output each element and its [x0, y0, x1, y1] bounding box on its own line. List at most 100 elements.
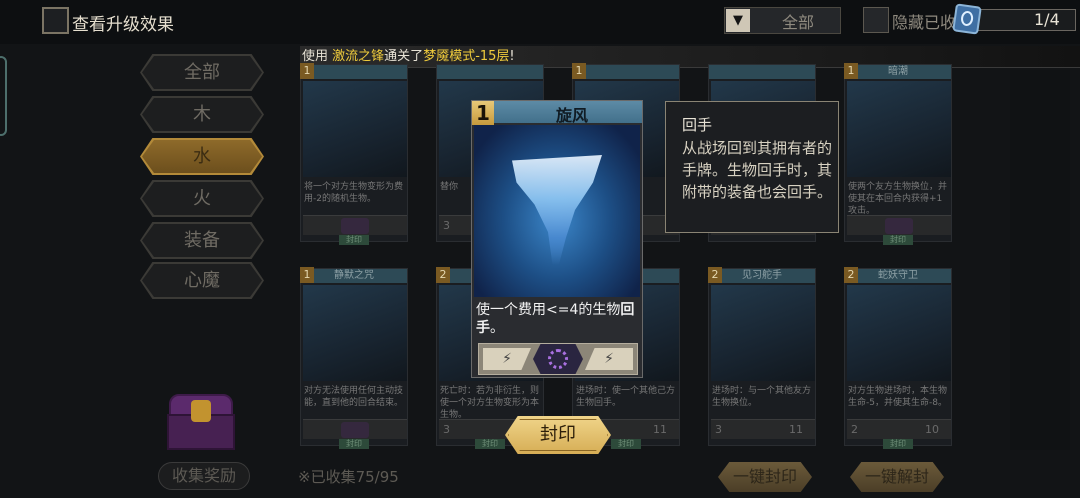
whirlwind-card-art: [474, 125, 640, 297]
scroll-track[interactable]: [1010, 70, 1070, 450]
card-cost: 1: [844, 63, 858, 79]
upgrade-effect-label: 查看升级效果: [72, 15, 174, 35]
card-seal-tag: 封印: [611, 439, 641, 449]
desc-text: 使一个费用<=4的生物: [476, 302, 621, 318]
tab-demon[interactable]: 心魔: [140, 262, 264, 299]
tornado-illustration: [512, 155, 602, 265]
card-slot[interactable]: 1 将一个对方生物变形为费用-2的随机生物。 封印: [300, 63, 408, 245]
seal-gear-icon: [533, 344, 583, 374]
dropdown-arrow-icon[interactable]: ▼: [726, 9, 750, 32]
card-cost: 1: [300, 63, 314, 79]
card-name: 旋风: [555, 106, 588, 125]
card-seal-tag: 封印: [339, 235, 369, 245]
card-slot[interactable]: 见习舵手 2 进场时：与一个其他友方生物换位。 3 11: [708, 267, 816, 446]
tooltip-title: 回手: [682, 116, 713, 134]
filter-value: 全部: [781, 13, 814, 32]
upgrade-effect-checkbox[interactable]: [42, 7, 69, 34]
tab-label: 心魔: [184, 270, 220, 291]
tooltip-body: 从战场回到其拥有者的手牌。生物回手时，其附带的装备也会回手。: [682, 139, 833, 201]
card-seal-tag: 封印: [883, 439, 913, 449]
card-title: 暗潮: [845, 65, 951, 79]
page-number: 1/4: [1034, 10, 1060, 29]
card-art: [711, 285, 815, 381]
announce-middle: 通关了: [384, 49, 424, 64]
card-title: [301, 65, 407, 79]
unseal-all-button[interactable]: 一键解封: [850, 462, 944, 492]
card-cost: 1: [300, 267, 314, 283]
card-attack: 3: [715, 423, 722, 436]
card-cost: 2: [844, 267, 858, 283]
card-title: [573, 65, 679, 79]
collected-count: ※已收集75/95: [298, 468, 399, 486]
hide-collected-label: 隐藏已收: [892, 13, 957, 32]
card-art: [303, 285, 407, 381]
card-action-bar: [303, 215, 407, 235]
tab-fire[interactable]: 火: [140, 180, 264, 217]
tab-label: 水: [193, 146, 211, 167]
seal-icon: [885, 218, 913, 234]
tab-label: 火: [193, 188, 211, 209]
announce-mode: 梦魇模式-15层: [423, 49, 510, 64]
seal-icon: [341, 422, 369, 438]
lightning-left-icon: ⚡: [483, 348, 531, 370]
announce-hero: 激流之锋: [332, 49, 385, 64]
tab-water[interactable]: 水: [140, 138, 264, 175]
card-desc: 将一个对方生物变形为费用-2的随机生物。: [304, 182, 404, 204]
seal-icon: [341, 218, 369, 234]
keyword-tooltip: 回手 从战场回到其拥有者的手牌。生物回手时，其附带的装备也会回手。: [665, 101, 839, 233]
lightning-right-icon: ⚡: [585, 348, 633, 370]
chest-gem: [191, 400, 211, 422]
card-slot[interactable]: 静默之咒 1 对方无法使用任何主动技能，直到他的回合结束。 封印: [300, 267, 408, 449]
collection-screen: { "header": { "upgrade_label": "查看升级效果",…: [0, 0, 1080, 498]
announce-prefix: 使用: [302, 49, 329, 64]
tab-wood[interactable]: 木: [140, 96, 264, 133]
card-title: 蛇妖守卫: [845, 269, 951, 283]
hide-collected-checkbox[interactable]: [863, 7, 889, 33]
card-seal-tag: 封印: [883, 235, 913, 245]
selected-card-popup: 1 旋风 使一个费用<=4的生物回手。 ⚡ ⚡: [471, 100, 643, 378]
card-attack: 2: [851, 423, 858, 436]
card-action-bar: ⚡ ⚡: [478, 343, 638, 375]
card-action-bar: [303, 419, 407, 439]
tab-label: 装备: [184, 230, 220, 251]
seal-button[interactable]: 封印: [505, 416, 611, 454]
water-element-icon: [952, 3, 982, 35]
side-drawer-handle[interactable]: [0, 56, 7, 136]
card-art: [303, 81, 407, 177]
announcement-ticker: 使用 激流之锋通关了梦魇模式-15层!: [300, 46, 1080, 68]
treasure-chest-icon[interactable]: [163, 390, 239, 454]
card-desc: 对方无法使用任何主动技能，直到他的回合结束。: [304, 386, 404, 408]
desc-end: 。: [490, 320, 504, 336]
announce-suffix: !: [509, 49, 515, 64]
card-cost: 1: [572, 63, 586, 79]
card-desc: 进场时：使一个其他己方生物回手。: [576, 386, 676, 408]
card-health: 11: [789, 423, 803, 436]
card-health: 10: [925, 423, 939, 436]
card-slot[interactable]: 蛇妖守卫 2 对方生物进场时，本生物生命-5，并使其生命-8。 2 10 封印: [844, 267, 952, 449]
card-art: [847, 285, 951, 381]
card-description: 使一个费用<=4的生物回手。: [476, 301, 640, 337]
card-title: 静默之咒: [301, 269, 407, 283]
card-cost: 2: [708, 267, 722, 283]
card-action-bar: [847, 215, 951, 235]
card-attack: 3: [443, 423, 450, 436]
card-art: [847, 81, 951, 177]
card-title: 见习舵手: [709, 269, 815, 283]
card-attack: 3: [443, 219, 450, 232]
card-cost: 2: [436, 267, 450, 283]
card-desc: 进场时：与一个其他友方生物换位。: [712, 386, 812, 408]
card-title: [437, 65, 543, 79]
seal-all-button[interactable]: 一键封印: [718, 462, 812, 492]
tab-label: 全部: [184, 62, 220, 83]
card-seal-tag: 封印: [339, 439, 369, 449]
card-title: [709, 65, 815, 79]
card-desc: 使两个友方生物换位，并使其在本回合内获得+1攻击。: [848, 182, 948, 216]
tab-equipment[interactable]: 装备: [140, 222, 264, 259]
card-slot[interactable]: 暗潮 1 使两个友方生物换位，并使其在本回合内获得+1攻击。 封印: [844, 63, 952, 245]
tab-all[interactable]: 全部: [140, 54, 264, 91]
tab-label: 木: [193, 104, 211, 125]
card-health: 11: [653, 423, 667, 436]
card-seal-tag: 封印: [475, 439, 505, 449]
card-cost: 1: [472, 101, 494, 125]
collect-reward-button[interactable]: 收集奖励: [158, 462, 250, 490]
